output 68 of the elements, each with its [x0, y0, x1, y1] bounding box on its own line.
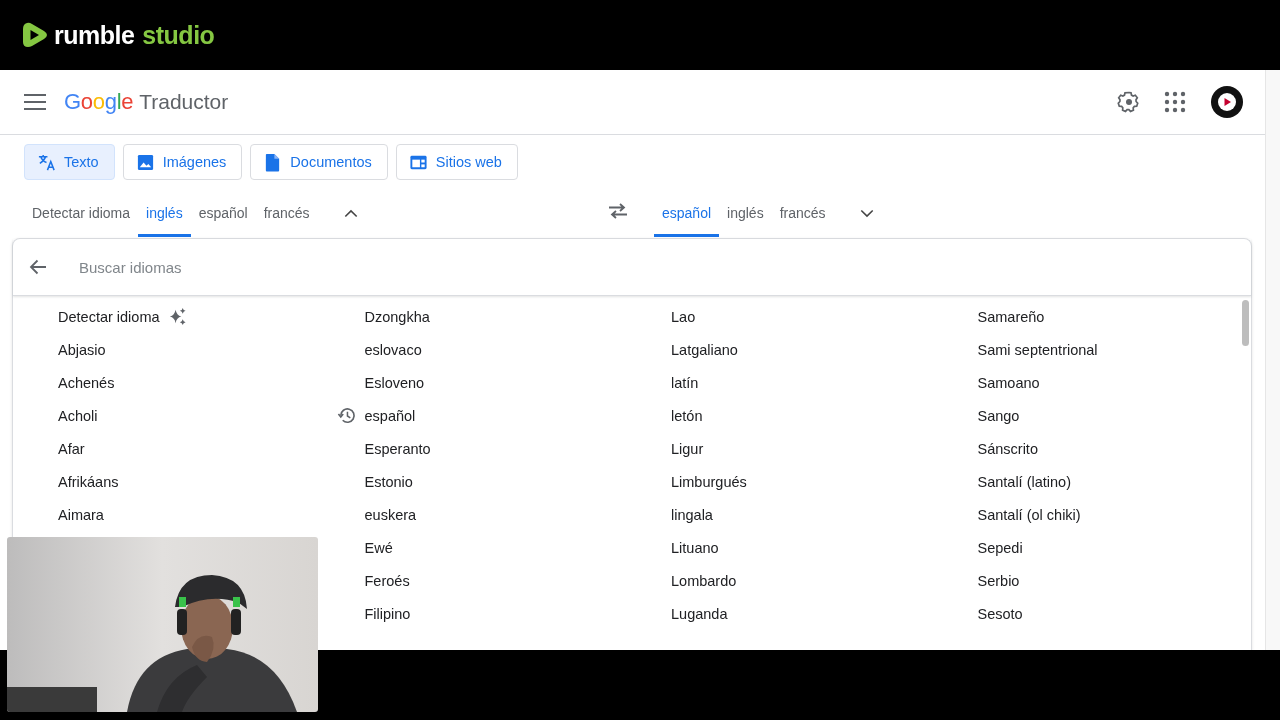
language-option[interactable]: Ligur	[671, 440, 704, 457]
settings-icon[interactable]	[1117, 90, 1141, 114]
mode-tab[interactable]: Texto	[24, 144, 115, 180]
language-option[interactable]: Aimara	[58, 506, 104, 523]
language-option[interactable]: Ewé	[364, 539, 393, 556]
language-option[interactable]: lingala	[671, 506, 713, 523]
back-arrow-icon[interactable]	[29, 259, 47, 275]
history-icon	[336, 406, 356, 425]
brand-name: rumble	[54, 20, 135, 50]
language-option[interactable]: Feroés	[364, 572, 410, 589]
language-option[interactable]: español	[364, 407, 416, 424]
language-option[interactable]: latín	[671, 374, 699, 391]
language-option[interactable]: Luganda	[671, 605, 728, 622]
language-option[interactable]: Afrikáans	[58, 473, 119, 490]
language-option[interactable]: Lituano	[671, 539, 719, 556]
play-logo-icon	[22, 21, 48, 49]
google-logo[interactable]: Google	[64, 89, 134, 115]
language-tab[interactable]: francés	[771, 189, 834, 237]
language-option[interactable]: Lombardo	[671, 572, 737, 589]
language-option[interactable]: Lao	[671, 308, 696, 325]
scrollbar-thumb[interactable]	[1242, 300, 1249, 346]
language-option[interactable]: Estonio	[364, 473, 413, 490]
app-title: Traductor	[139, 90, 229, 114]
translate-icon	[37, 152, 56, 172]
menu-icon[interactable]	[24, 94, 46, 110]
avatar-icon[interactable]	[1211, 86, 1243, 118]
language-tab[interactable]: inglés	[719, 189, 772, 237]
language-option[interactable]: Samoano	[977, 374, 1040, 391]
language-option[interactable]: Sami septentrional	[977, 341, 1098, 358]
language-option[interactable]: Santalí (ol chiki)	[977, 506, 1081, 523]
language-option[interactable]: Latgaliano	[671, 341, 738, 358]
language-option[interactable]: Afar	[58, 440, 85, 457]
page-scrollbar[interactable]	[1265, 70, 1280, 650]
language-option[interactable]: Sánscrito	[977, 440, 1038, 457]
language-option[interactable]: letón	[671, 407, 703, 424]
language-option[interactable]: Samareño	[977, 308, 1045, 325]
mode-tab[interactable]: Sitios web	[395, 144, 518, 180]
language-option[interactable]: Sesoto	[977, 605, 1023, 622]
language-option[interactable]: eslovaco	[364, 341, 422, 358]
language-option[interactable]: Sepedi	[977, 539, 1023, 556]
language-option[interactable]: Esloveno	[364, 374, 425, 391]
language-option[interactable]: euskera	[364, 506, 417, 523]
language-option[interactable]: Santalí (latino)	[977, 473, 1071, 490]
chevron-down-icon[interactable]	[859, 209, 874, 218]
sparkle-icon	[167, 307, 187, 326]
search-field[interactable]: Buscar idiomas	[77, 257, 1251, 277]
language-tab[interactable]: español	[654, 189, 720, 237]
apps-icon[interactable]	[1163, 90, 1187, 114]
language-option[interactable]: Limburgués	[671, 473, 747, 490]
language-tab[interactable]: Detectar idioma	[24, 189, 139, 237]
mode-tab[interactable]: Imágenes	[122, 144, 243, 180]
language-tab[interactable]: inglés	[138, 189, 191, 237]
image-icon	[135, 152, 155, 172]
language-option[interactable]: Dzongkha	[364, 308, 430, 325]
language-option[interactable]: Esperanto	[364, 440, 431, 457]
chevron-up-icon[interactable]	[343, 209, 358, 218]
language-option[interactable]: Filipino	[364, 605, 411, 622]
brand-suffix: studio	[142, 20, 215, 50]
mode-tab[interactable]: Documentos	[250, 144, 388, 180]
language-tab[interactable]: español	[190, 189, 256, 237]
language-option[interactable]: Achenés	[58, 374, 115, 391]
language-option[interactable]: Sango	[977, 407, 1020, 424]
language-option[interactable]: Serbio	[977, 572, 1020, 589]
language-option[interactable]: Detectar idioma	[58, 308, 160, 325]
swap-icon[interactable]	[608, 203, 628, 219]
language-option[interactable]: Abjasio	[58, 341, 106, 358]
language-tab[interactable]: francés	[255, 189, 318, 237]
language-option[interactable]: Acholi	[58, 407, 98, 424]
